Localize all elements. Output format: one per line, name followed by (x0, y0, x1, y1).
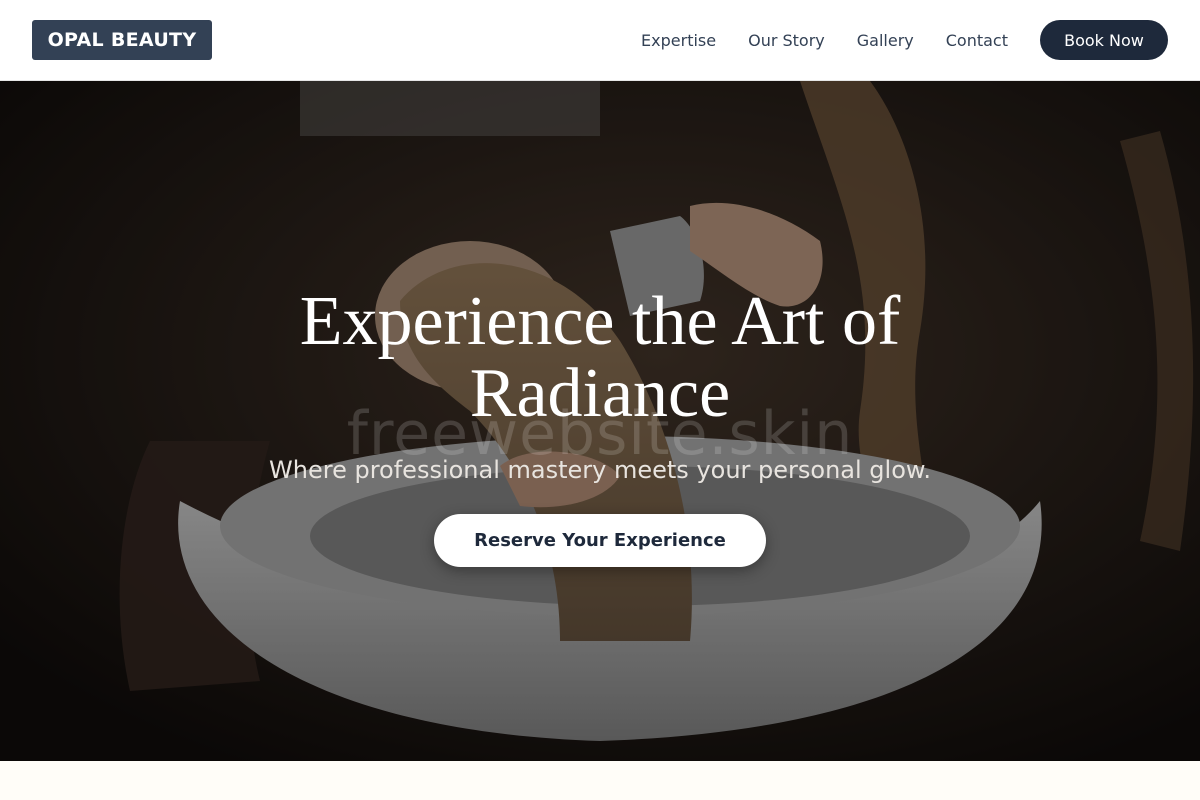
hero-subtitle: Where professional mastery meets your pe… (269, 456, 931, 484)
main-nav: Expertise Our Story Gallery Contact Book… (641, 20, 1168, 60)
next-section (0, 761, 1200, 800)
hero-section: freewebsite.skin Experience the Art of R… (0, 81, 1200, 761)
nav-link-expertise[interactable]: Expertise (641, 31, 716, 50)
nav-link-our-story[interactable]: Our Story (748, 31, 825, 50)
hero-content: Experience the Art of Radiance Where pro… (0, 81, 1200, 761)
nav-link-contact[interactable]: Contact (946, 31, 1008, 50)
brand-logo[interactable]: OPAL BEAUTY (32, 20, 212, 60)
nav-link-gallery[interactable]: Gallery (857, 31, 914, 50)
site-header: OPAL BEAUTY Expertise Our Story Gallery … (0, 0, 1200, 81)
hero-title: Experience the Art of Radiance (299, 283, 901, 432)
reserve-experience-button[interactable]: Reserve Your Experience (434, 514, 766, 567)
book-now-button[interactable]: Book Now (1040, 20, 1168, 60)
